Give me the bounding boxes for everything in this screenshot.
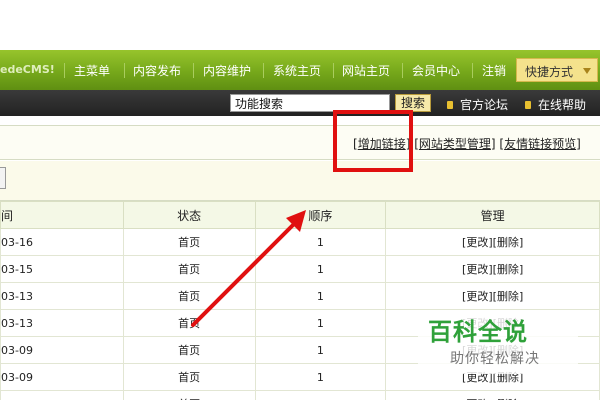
- cell-status: 首页: [122, 228, 256, 256]
- col-status-header[interactable]: 状态: [122, 201, 256, 229]
- delete-link[interactable]: 删除: [497, 236, 519, 249]
- watermark-subtitle: 助你轻松解决: [450, 351, 540, 367]
- cell-date: 03-13: [0, 282, 124, 310]
- delete-link[interactable]: 删除: [497, 290, 519, 303]
- divider-strip: [0, 116, 600, 126]
- table-row: 03-13首页1[更改][删除]: [0, 282, 600, 310]
- cell-manage: [更改][删除]: [385, 228, 600, 256]
- nav-separator: [64, 63, 65, 78]
- nav-item-logout[interactable]: 注销: [482, 62, 506, 79]
- cell-manage: [更改][删除]: [385, 390, 600, 400]
- cell-status: 首页: [122, 390, 256, 400]
- bullet-icon: [447, 101, 453, 109]
- cell-order: 1: [254, 363, 387, 391]
- function-search-input[interactable]: [230, 94, 390, 112]
- cell-status: 首页: [122, 309, 256, 337]
- nav-item-member-center[interactable]: 会员中心: [412, 62, 460, 79]
- cell-status: 首页: [122, 336, 256, 364]
- edit-link[interactable]: 更改: [466, 236, 488, 249]
- cell-order: 1: [254, 309, 387, 337]
- add-link-button[interactable]: 增加链接: [358, 137, 406, 151]
- site-type-manage-link[interactable]: 网站类型管理: [419, 137, 491, 151]
- quick-menu-button[interactable]: 快捷方式: [516, 58, 598, 82]
- cell-date: 03-13: [0, 309, 124, 337]
- cell-date: 03-10: [0, 390, 124, 400]
- nav-separator: [193, 63, 194, 78]
- quick-menu-label: 快捷方式: [525, 65, 574, 79]
- forum-link-label: 官方论坛: [460, 98, 509, 112]
- nav-item-publish[interactable]: 内容发布: [133, 62, 181, 79]
- col-date-header[interactable]: 间: [0, 201, 124, 229]
- friend-link-preview-link[interactable]: 友情链接预览: [504, 137, 576, 151]
- edit-link[interactable]: 更改: [466, 263, 488, 276]
- help-link-label: 在线帮助: [538, 98, 587, 112]
- table-row: 03-10首页1[更改][删除]: [0, 390, 600, 400]
- table-row: 03-16 首页 1 [更改][删除]: [0, 228, 600, 256]
- toolbar-button[interactable]: [0, 167, 6, 189]
- main-navbar: edeCMS! 主菜单 内容发布 内容维护 系统主页 网站主页 会员中心 注销: [0, 50, 600, 90]
- toolbar-row: [0, 161, 600, 201]
- nav-item-main-menu[interactable]: 主菜单: [74, 62, 110, 79]
- bullet-icon: [525, 101, 531, 109]
- action-links: [增加链接] [网站类型管理] [友情链接预览]: [353, 137, 581, 151]
- brand-logo: edeCMS!: [0, 63, 55, 76]
- delete-link[interactable]: 删除: [497, 263, 519, 276]
- cell-order: 1: [254, 390, 387, 400]
- chevron-down-icon: [583, 68, 591, 74]
- edit-link[interactable]: 更改: [466, 290, 488, 303]
- col-manage-header: 管理: [385, 201, 600, 229]
- cell-order: 1: [254, 255, 387, 283]
- cell-status: 首页: [122, 363, 256, 391]
- nav-separator: [263, 63, 264, 78]
- nav-separator: [472, 63, 473, 78]
- forum-link[interactable]: 官方论坛: [447, 96, 508, 113]
- cell-status: 首页: [122, 255, 256, 283]
- cell-status: 首页: [122, 282, 256, 310]
- nav-separator: [333, 63, 334, 78]
- cell-order: 1: [254, 282, 387, 310]
- nav-item-maintain[interactable]: 内容维护: [203, 62, 251, 79]
- cell-date: 03-15: [0, 255, 124, 283]
- help-link[interactable]: 在线帮助: [525, 96, 586, 113]
- cell-manage: [更改][删除]: [385, 282, 600, 310]
- col-order-header[interactable]: 顺序: [254, 201, 387, 229]
- nav-separator: [124, 63, 125, 78]
- table-row: 03-15 首页 1 [更改][删除]: [0, 255, 600, 283]
- table-header-row: 间 状态 顺序 管理: [0, 201, 600, 229]
- search-button[interactable]: 搜索: [395, 94, 431, 112]
- nav-item-site-home[interactable]: 网站主页: [342, 62, 390, 79]
- nav-separator: [402, 63, 403, 78]
- cell-order: 1: [254, 336, 387, 364]
- cell-order: 1: [254, 228, 387, 256]
- watermark-title: 百科全说: [428, 318, 528, 346]
- cell-date: 03-09: [0, 336, 124, 364]
- cell-date: 03-16: [0, 228, 124, 256]
- cell-date: 03-09: [0, 363, 124, 391]
- cell-manage: [更改][删除]: [385, 255, 600, 283]
- top-blank-area: [0, 0, 600, 50]
- nav-item-system-home[interactable]: 系统主页: [273, 62, 321, 79]
